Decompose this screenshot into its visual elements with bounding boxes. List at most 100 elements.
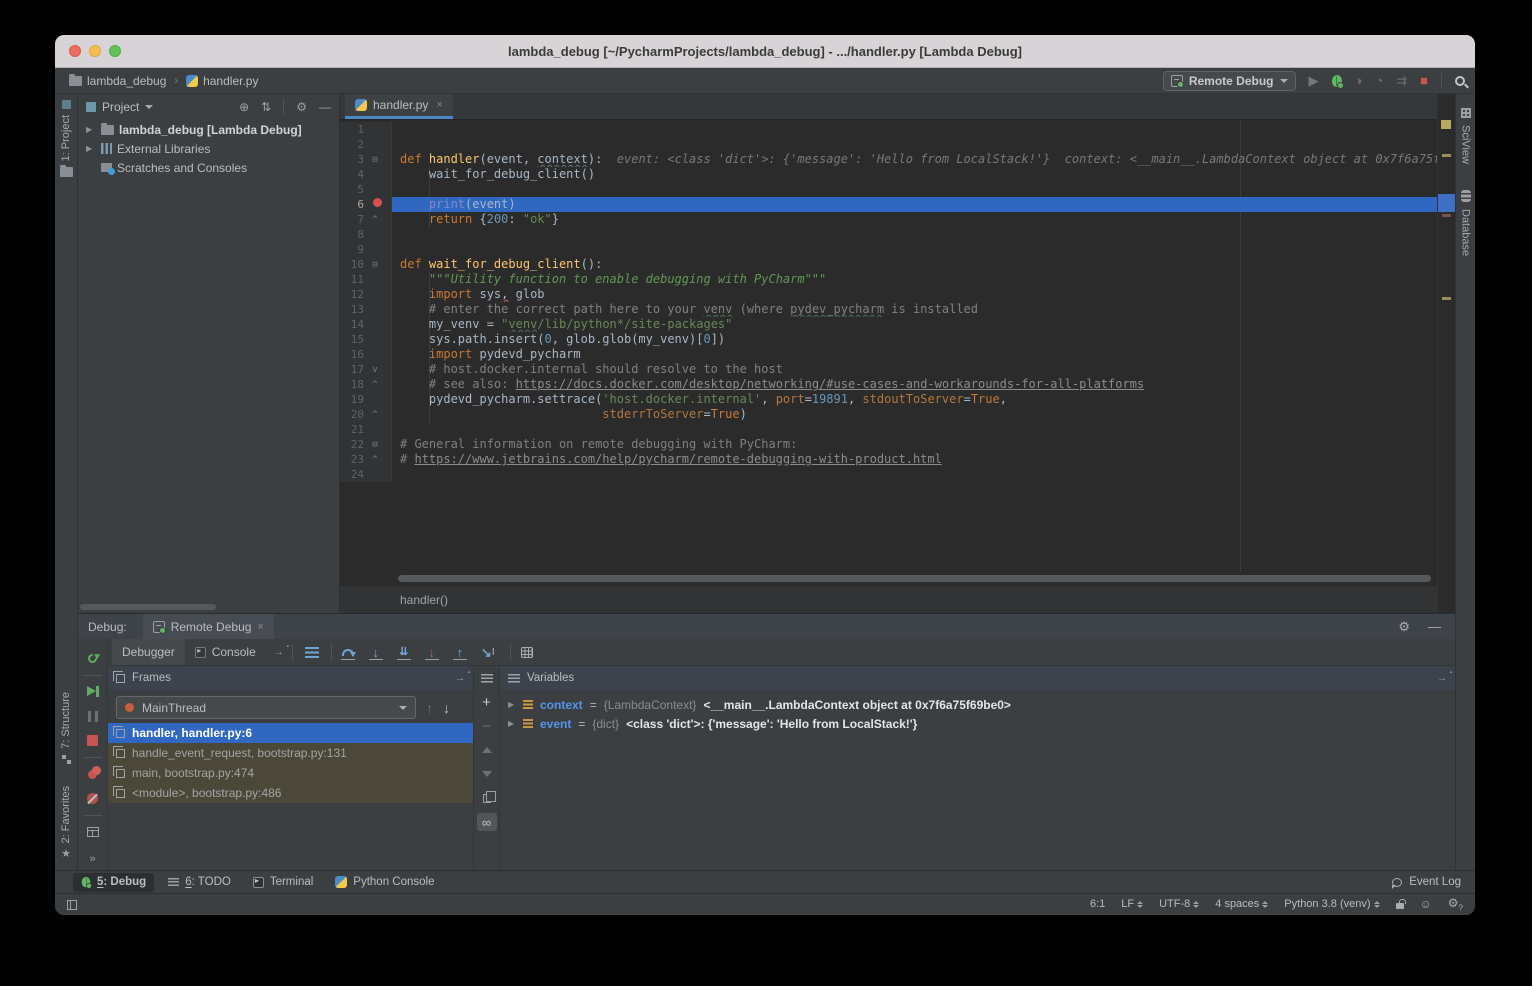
event-log-button[interactable]: Event Log xyxy=(1392,876,1461,888)
stop-button[interactable] xyxy=(78,728,107,753)
stop-button[interactable]: ■ xyxy=(1420,74,1428,87)
toolwindow----debug[interactable]: 5: Debug xyxy=(73,873,154,892)
editor-gutter[interactable]: 8 xyxy=(340,227,392,242)
stack-frame-row[interactable]: <module>, bootstrap.py:486 xyxy=(108,783,473,803)
code-editor[interactable]: 123⊟def handler(event, context): event: … xyxy=(340,120,1437,572)
scroll-to-end-icon[interactable]: → xyxy=(274,647,284,658)
code-line[interactable]: 19 pydevd_pycharm.settrace('host.docker.… xyxy=(340,392,1437,407)
editor-gutter[interactable]: 2 xyxy=(340,137,392,152)
project-tree-item[interactable]: ▶External Libraries xyxy=(78,139,339,158)
hide-panel-button[interactable]: — xyxy=(319,100,331,114)
scrollbar-thumb[interactable] xyxy=(398,575,1431,582)
code-line[interactable]: 24 xyxy=(340,467,1437,482)
editor-gutter[interactable]: 22⊟ xyxy=(340,437,392,452)
editor-gutter[interactable]: 14 xyxy=(340,317,392,332)
force-step-into-button[interactable]: ⇊ xyxy=(392,641,416,663)
code-line[interactable]: 14 my_venv = "venv/lib/python*/site-pack… xyxy=(340,317,1437,332)
resume-button[interactable] xyxy=(78,679,107,704)
code-line[interactable]: 3⊟def handler(event, context): event: <c… xyxy=(340,152,1437,167)
code-line[interactable]: 6 print(event) xyxy=(340,197,1437,212)
caret-position[interactable]: 6:1 xyxy=(1090,898,1105,910)
code-line[interactable]: 2 xyxy=(340,137,1437,152)
settings-gear-icon[interactable]: ⚙ xyxy=(296,100,307,114)
editor-gutter[interactable]: 7^ xyxy=(340,212,392,227)
thread-selector[interactable]: MainThread xyxy=(116,696,416,719)
stack-frame-row[interactable]: handle_event_request, bootstrap.py:131 xyxy=(108,743,473,763)
fullscreen-window-button[interactable] xyxy=(109,45,121,57)
variable-row[interactable]: ▶context = {LambdaContext} <__main__.Lam… xyxy=(500,695,1455,714)
pin-icon[interactable]: → xyxy=(1437,673,1447,684)
code-line[interactable]: 16 import pydevd_pycharm xyxy=(340,347,1437,362)
code-line[interactable]: 1 xyxy=(340,122,1437,137)
run-configuration-selector[interactable]: Remote Debug xyxy=(1163,71,1296,91)
highlighting-level-icon[interactable]: ☺ xyxy=(1420,897,1432,911)
editor-gutter[interactable]: 3⊟ xyxy=(340,152,392,167)
editor-gutter[interactable]: 13 xyxy=(340,302,392,317)
debug-session-tab[interactable]: Remote Debug × xyxy=(143,614,274,639)
remove-watch-button[interactable]: − xyxy=(474,714,499,738)
debug-button[interactable] xyxy=(1332,75,1342,87)
editor-gutter[interactable]: 15 xyxy=(340,332,392,347)
stack-frame-row[interactable]: handler, handler.py:6 xyxy=(108,723,473,743)
minimize-window-button[interactable] xyxy=(89,45,101,57)
settings-menu-icon[interactable] xyxy=(305,647,319,658)
stack-frame-row[interactable]: main, bootstrap.py:474 xyxy=(108,763,473,783)
stripe-structure-button[interactable]: 7: Structure xyxy=(60,692,72,749)
run-anything-button[interactable]: ⇉ xyxy=(1396,74,1407,87)
code-line[interactable]: 9 xyxy=(340,242,1437,257)
editor-gutter[interactable]: 16 xyxy=(340,347,392,362)
code-line[interactable]: 21 xyxy=(340,422,1437,437)
run-button[interactable]: ▶ xyxy=(1309,74,1319,87)
pin-icon[interactable]: → xyxy=(455,673,465,684)
tab-debugger[interactable]: Debugger xyxy=(112,639,185,665)
editor-gutter[interactable]: 19 xyxy=(340,392,392,407)
previous-frame-button[interactable]: ↑ xyxy=(426,701,433,715)
code-line[interactable]: 7^ return {200: "ok"} xyxy=(340,212,1437,227)
rerun-button[interactable] xyxy=(78,646,107,671)
expand-arrow-icon[interactable]: ▶ xyxy=(86,144,96,153)
more-actions-button[interactable]: » xyxy=(78,846,107,871)
code-line[interactable]: 5 xyxy=(340,182,1437,197)
editor-horizontal-scrollbar[interactable] xyxy=(340,572,1437,585)
search-everywhere-icon[interactable] xyxy=(1455,76,1465,86)
editor-gutter[interactable]: 24 xyxy=(340,467,392,482)
status-4-spaces[interactable]: 4 spaces xyxy=(1215,898,1268,910)
code-line[interactable]: 17v # host.docker.internal should resolv… xyxy=(340,362,1437,377)
add-watch-button[interactable]: + xyxy=(474,690,499,714)
project-tree-item[interactable]: Scratches and Consoles xyxy=(78,158,339,177)
breadcrumb-file[interactable]: handler.py xyxy=(203,74,258,88)
toolwindow-python-console[interactable]: Python Console xyxy=(327,873,442,892)
variable-row[interactable]: ▶event = {dict} <class 'dict'>: {'messag… xyxy=(500,714,1455,733)
code-line[interactable]: 22⊟# General information on remote debug… xyxy=(340,437,1437,452)
settings-gear-icon[interactable]: ⚙ xyxy=(1398,619,1410,635)
code-line[interactable]: 10⊟def wait_for_debug_client(): xyxy=(340,257,1437,272)
code-line[interactable]: 11 """Utility function to enable debuggi… xyxy=(340,272,1437,287)
run-to-cursor-button[interactable]: ↘I xyxy=(476,641,500,663)
toolwindow-terminal[interactable]: Terminal xyxy=(245,873,321,892)
editor-gutter[interactable]: 20^ xyxy=(340,407,392,422)
editor-gutter[interactable]: 18^ xyxy=(340,377,392,392)
editor-gutter[interactable]: 6 xyxy=(340,197,392,212)
hide-debug-panel-button[interactable]: — xyxy=(1428,619,1441,634)
editor-gutter[interactable]: 12 xyxy=(340,287,392,302)
code-line[interactable]: 18^ # see also: https://docs.docker.com/… xyxy=(340,377,1437,392)
close-tab-icon[interactable]: × xyxy=(436,99,442,111)
collapse-all-button[interactable]: ⇅ xyxy=(261,100,271,114)
status-lf[interactable]: LF xyxy=(1121,898,1143,910)
duplicate-watch-button[interactable] xyxy=(474,786,499,810)
breadcrumb-project[interactable]: lambda_debug xyxy=(87,74,166,88)
code-line[interactable]: 23^# https://www.jetbrains.com/help/pych… xyxy=(340,452,1437,467)
move-up-button[interactable] xyxy=(474,738,499,762)
restore-layout-button[interactable] xyxy=(78,820,107,845)
next-frame-button[interactable]: ↓ xyxy=(443,701,450,715)
code-line[interactable]: 12 import sys, glob xyxy=(340,287,1437,302)
step-over-button[interactable] xyxy=(336,641,360,663)
editor-error-stripe[interactable] xyxy=(1437,94,1455,613)
expand-arrow-icon[interactable]: ▶ xyxy=(508,700,516,709)
pause-button[interactable] xyxy=(78,704,107,729)
stripe-sciview-button[interactable]: SciView xyxy=(1460,125,1472,164)
close-session-icon[interactable]: × xyxy=(257,621,263,633)
move-down-button[interactable] xyxy=(474,762,499,786)
editor-gutter[interactable]: 23^ xyxy=(340,452,392,467)
editor-gutter[interactable]: 5 xyxy=(340,182,392,197)
